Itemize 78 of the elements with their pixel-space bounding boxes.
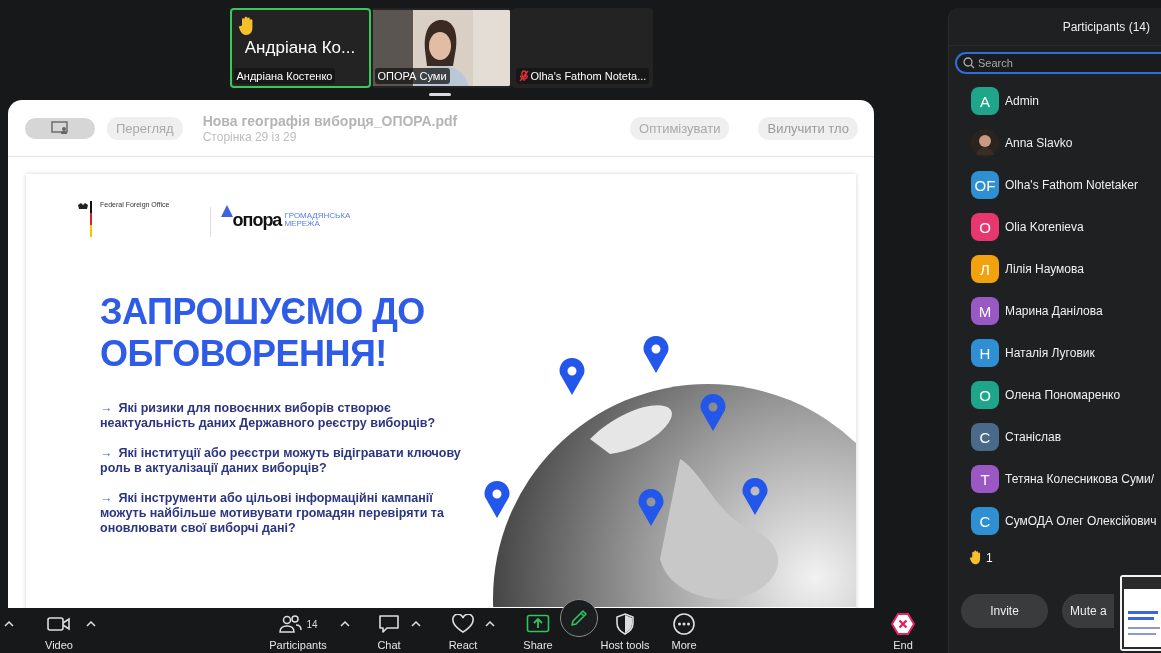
participant-name: Olha's Fathom Notetaker bbox=[1005, 178, 1138, 192]
participant-row[interactable]: O Olia Korenieva bbox=[949, 206, 1161, 248]
video-tile[interactable]: Olha's Fathom Noteta... bbox=[511, 8, 653, 88]
participant-name: Olha's Fathom Noteta... bbox=[530, 70, 647, 82]
avatar-initials: O bbox=[971, 213, 999, 241]
more-icon bbox=[673, 613, 695, 635]
participant-name: Olia Korenieva bbox=[1005, 220, 1084, 234]
participant-name: Марина Данілова bbox=[1005, 304, 1103, 318]
avatar-initials: С bbox=[971, 423, 999, 451]
participant-name: ОПОРА Суми bbox=[377, 70, 447, 82]
react-button[interactable]: React bbox=[443, 608, 483, 651]
slide-heading: ЗАПРОШУЄМО ДО ОБГОВОРЕННЯ! bbox=[100, 291, 426, 375]
avatar-initials: О bbox=[971, 381, 999, 409]
more-button[interactable]: More bbox=[659, 608, 709, 651]
participant-name: Наталія Луговик bbox=[1005, 346, 1095, 360]
heart-icon bbox=[451, 614, 475, 634]
raised-hand-count: 1 bbox=[986, 550, 993, 565]
screen-share-button[interactable] bbox=[25, 117, 95, 139]
end-icon bbox=[891, 613, 915, 635]
avatar-initials: Л bbox=[971, 255, 999, 283]
shield-icon bbox=[615, 613, 635, 635]
screen-share-icon bbox=[51, 121, 69, 135]
search-icon bbox=[963, 57, 975, 69]
logo-text: опора bbox=[232, 211, 282, 229]
panel-title: Participants (14) bbox=[949, 8, 1161, 46]
avatar-initials: С bbox=[971, 507, 999, 535]
participant-row[interactable]: О Олена Пономаренко bbox=[949, 374, 1161, 416]
participant-name: Anna Slavko bbox=[1005, 136, 1073, 150]
search-field[interactable]: Search bbox=[955, 52, 1161, 74]
avatar-initials: Т bbox=[971, 465, 999, 493]
chat-button[interactable]: Chat bbox=[369, 608, 409, 651]
participant-row[interactable]: Т Тетяна Колесникова Суми/ bbox=[949, 458, 1161, 500]
participant-count: 14 bbox=[306, 618, 318, 630]
people-icon bbox=[278, 614, 303, 634]
video-tile[interactable]: ОПОРА Суми bbox=[370, 8, 512, 88]
participant-name: СумОДА Олег Олексійович bbox=[1005, 514, 1157, 528]
participant-name: Admin bbox=[1005, 94, 1039, 108]
share-button[interactable]: Share bbox=[518, 608, 558, 651]
avatar-initials: М bbox=[971, 297, 999, 325]
question-text: → Які ризики для повоєнних виборів створює неактуальність даних Державного реєстру виборців? bbox=[100, 401, 437, 431]
video-camera-icon bbox=[47, 615, 71, 633]
participant-name: Андріана Костенко bbox=[236, 70, 333, 82]
participant-row[interactable]: OF Olha's Fathom Notetaker bbox=[949, 164, 1161, 206]
participant-name: Станіслав bbox=[1005, 430, 1062, 444]
page-info: Сторінка 29 із 29 bbox=[202, 129, 298, 144]
participant-row[interactable]: С Станіслав bbox=[949, 416, 1161, 458]
participants-button[interactable]: 14 Participants bbox=[258, 608, 338, 651]
triangle-logo-icon bbox=[220, 205, 233, 217]
question-text: → Які інституції або реєстри можуть відігравати ключову роль в актуалізації даних виборців? bbox=[100, 446, 462, 476]
resize-handle[interactable] bbox=[429, 93, 451, 96]
file-title: Нова географія виборця_ОПОРА.pdf bbox=[202, 112, 459, 129]
end-button[interactable]: End bbox=[878, 608, 928, 651]
search-input[interactable]: Search bbox=[975, 54, 1161, 72]
pencil-icon bbox=[569, 608, 589, 628]
participant-row[interactable]: A Admin bbox=[949, 80, 1161, 122]
participant-row[interactable]: Anna Slavko bbox=[949, 122, 1161, 164]
avatar-initials: A bbox=[971, 87, 999, 115]
participant-name: Андріана Ко... bbox=[243, 38, 357, 58]
raised-hand-icon bbox=[969, 550, 983, 565]
logo-subtitle: ГРОМАДЯНСЬКА МЕРЕЖА bbox=[284, 212, 352, 228]
panel-button[interactable]: Invite bbox=[961, 594, 1048, 628]
share-screen-icon bbox=[526, 614, 550, 634]
participant-row[interactable]: Л Лілія Наумова bbox=[949, 248, 1161, 290]
participant-name: Лілія Наумова bbox=[1005, 262, 1084, 276]
avatar-initials: Н bbox=[971, 339, 999, 367]
video-button[interactable]: Video bbox=[34, 608, 84, 651]
panel-button[interactable]: Mute a bbox=[1062, 594, 1114, 628]
participant-name: Тетяна Колесникова Суми/ bbox=[1005, 472, 1155, 486]
video-tile[interactable]: Андріана Ко... Андріана Костенко bbox=[229, 8, 371, 88]
participant-row[interactable]: М Марина Данілова bbox=[949, 290, 1161, 332]
participant-name: Олена Пономаренко bbox=[1005, 388, 1121, 402]
question-text: → Які інструменти або цільові інформаційні кампанії можуть найбільше мотивувати громадян перевіряти та оновлювати свої виборчі дані? bbox=[100, 491, 445, 536]
annotate-button[interactable] bbox=[560, 599, 598, 637]
participant-row[interactable]: Н Наталія Луговик bbox=[949, 332, 1161, 374]
host-tools-button[interactable]: Host tools bbox=[599, 608, 651, 651]
avatar-initials: OF bbox=[971, 171, 999, 199]
chat-bubble-icon bbox=[378, 614, 400, 634]
participant-row[interactable]: С СумОДА Олег Олексійович bbox=[949, 500, 1161, 542]
